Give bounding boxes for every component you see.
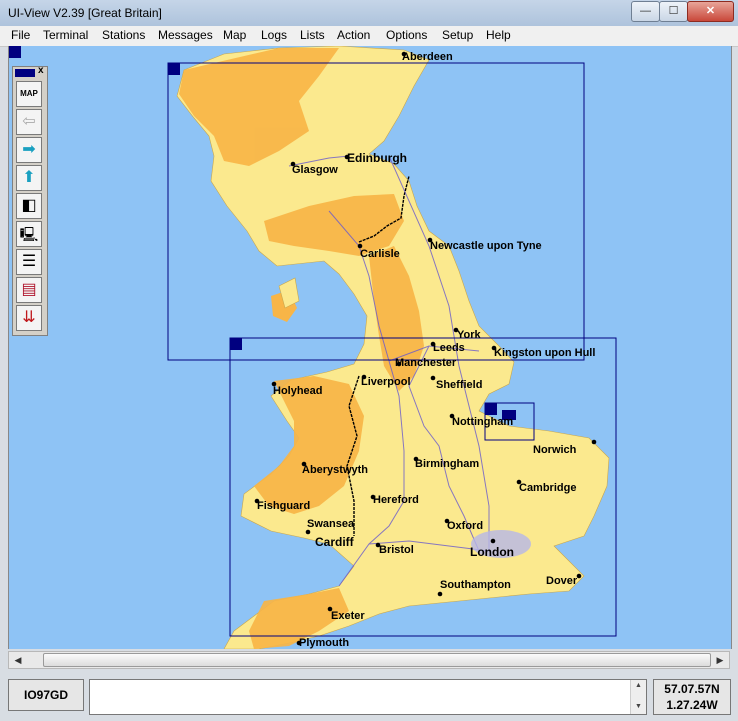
menu-map[interactable]: Map xyxy=(223,28,246,42)
city-label[interactable]: Newcastle upon Tyne xyxy=(430,240,542,252)
dover-dot xyxy=(576,573,582,579)
window-icon[interactable]: ◧ xyxy=(16,193,42,219)
menu-action[interactable]: Action xyxy=(337,28,370,42)
city-label[interactable]: York xyxy=(457,329,481,341)
computer-icon[interactable]: 🖳 xyxy=(16,221,42,247)
message-box[interactable]: ▲ ▼ xyxy=(89,679,647,715)
menu-options[interactable]: Options xyxy=(386,28,427,42)
grid-locator: IO97GD xyxy=(8,679,84,711)
menu-help[interactable]: Help xyxy=(486,28,511,42)
city-label[interactable]: Fishguard xyxy=(257,500,310,512)
city-label[interactable]: Holyhead xyxy=(273,385,323,397)
status-bar: IO97GD ▲ ▼ 57.07.57N 1.27.24W xyxy=(0,672,738,721)
scroll-thumb[interactable] xyxy=(43,653,711,667)
menu-lists[interactable]: Lists xyxy=(300,28,325,42)
city-label[interactable]: Carlisle xyxy=(360,248,400,260)
minimize-button[interactable]: — xyxy=(631,1,660,22)
city-label[interactable]: Norwich xyxy=(533,444,576,456)
city-label[interactable]: Edinburgh xyxy=(347,151,407,165)
menu-messages[interactable]: Messages xyxy=(158,28,213,42)
menu-stations[interactable]: Stations xyxy=(102,28,145,42)
sheffield-dot xyxy=(430,375,436,381)
norwich-dot xyxy=(591,439,597,445)
menu-logs[interactable]: Logs xyxy=(261,28,287,42)
longitude-readout: 1.27.24W xyxy=(666,698,718,712)
city-label[interactable]: Sheffield xyxy=(436,379,482,391)
back-arrow-icon[interactable]: ⇦ xyxy=(16,109,42,135)
city-label[interactable]: Aberdeen xyxy=(402,51,453,63)
frame-handle-corner[interactable] xyxy=(9,46,21,58)
toolbox-header[interactable]: x xyxy=(13,65,47,79)
menu-file[interactable]: File xyxy=(11,28,30,42)
up-arrow-icon[interactable]: ⬆ xyxy=(16,165,42,191)
latitude-readout: 57.07.57N xyxy=(664,682,720,696)
city-label[interactable]: Nottingham xyxy=(452,416,513,428)
map-graphic xyxy=(167,46,617,649)
beacon-icon[interactable]: ⇊ xyxy=(16,305,42,331)
city-label[interactable]: Dover xyxy=(546,575,577,587)
right-arrow-icon[interactable]: ➡ xyxy=(16,137,42,163)
toolbox-close-icon[interactable]: x xyxy=(38,65,44,76)
london-dot xyxy=(490,538,496,544)
window-title: UI-View V2.39 [Great Britain] xyxy=(8,6,162,20)
city-label[interactable]: Leeds xyxy=(433,342,465,354)
city-label[interactable]: Oxford xyxy=(447,520,483,532)
menu-setup[interactable]: Setup xyxy=(442,28,473,42)
menu-bar: File Terminal Stations Messages Map Logs… xyxy=(0,26,738,47)
message-scrollbar[interactable]: ▲ ▼ xyxy=(630,680,646,714)
scroll-down-icon[interactable]: ▼ xyxy=(631,703,646,710)
swansea-dot xyxy=(305,529,311,535)
city-label[interactable]: Glasgow xyxy=(292,164,338,176)
city-label[interactable]: Hereford xyxy=(373,494,419,506)
scroll-right-icon[interactable]: ▶ xyxy=(712,652,728,668)
city-label[interactable]: Swansea xyxy=(307,518,354,530)
southampton-dot xyxy=(437,591,443,597)
horizontal-scrollbar[interactable]: ◀ ▶ xyxy=(8,651,730,669)
weather-icon[interactable]: ▤ xyxy=(16,277,42,303)
toolbox-panel: x MAP ⇦ ➡ ⬆ ◧ 🖳 ☰ ▤ ⇊ xyxy=(12,65,48,336)
city-label[interactable]: Cardiff xyxy=(315,535,354,549)
maximize-button[interactable]: ☐ xyxy=(659,1,688,22)
coordinates-display: 57.07.57N 1.27.24W xyxy=(653,679,731,715)
scroll-left-icon[interactable]: ◀ xyxy=(10,652,26,668)
city-label[interactable]: Liverpool xyxy=(361,376,411,388)
city-label[interactable]: Aberystwyth xyxy=(302,464,368,476)
scroll-up-icon[interactable]: ▲ xyxy=(631,682,646,689)
frame-handle-england[interactable] xyxy=(230,338,242,350)
city-label[interactable]: Plymouth xyxy=(299,637,349,649)
city-label[interactable]: Southampton xyxy=(440,579,511,591)
toolbox-drag-handle[interactable] xyxy=(15,69,35,77)
list-icon[interactable]: ☰ xyxy=(16,249,42,275)
frame-handle-wash[interactable] xyxy=(485,403,497,415)
city-label[interactable]: Cambridge xyxy=(519,482,576,494)
city-label[interactable]: Bristol xyxy=(379,544,414,556)
map-icon[interactable]: MAP xyxy=(16,81,42,107)
map-view[interactable]: Aberdeen Edinburgh Glasgow Newcastle upo… xyxy=(8,46,732,649)
title-bar: UI-View V2.39 [Great Britain] — ☐ ✕ xyxy=(0,0,738,27)
city-label[interactable]: Birmingham xyxy=(415,458,479,470)
frame-handle-scotland[interactable] xyxy=(168,63,180,75)
close-button[interactable]: ✕ xyxy=(687,1,734,22)
city-label[interactable]: Exeter xyxy=(331,610,365,622)
city-label[interactable]: London xyxy=(470,545,514,559)
city-label[interactable]: Manchester xyxy=(395,357,456,369)
city-label[interactable]: Kingston upon Hull xyxy=(494,347,595,359)
menu-terminal[interactable]: Terminal xyxy=(43,28,88,42)
